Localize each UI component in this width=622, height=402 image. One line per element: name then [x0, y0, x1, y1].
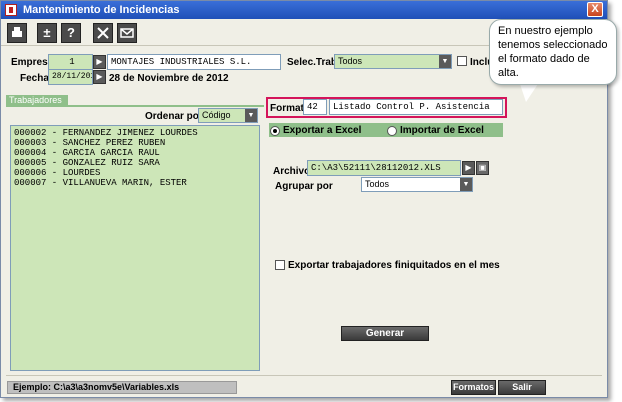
close-button[interactable]: X — [587, 2, 603, 17]
print-icon[interactable] — [7, 23, 27, 43]
fecha-field[interactable]: 28/11/2012 — [48, 69, 93, 85]
chevron-down-icon[interactable]: ▼ — [245, 109, 257, 122]
formatos-button[interactable]: Formatos — [451, 380, 496, 395]
salir-button[interactable]: Salir — [498, 380, 546, 395]
exportar-label[interactable]: Exportar a Excel — [283, 125, 361, 136]
formato-name-field: Listado Control P. Asistencia — [329, 99, 503, 115]
selec-trab-label: Selec.Trab. — [287, 57, 340, 68]
empresa-code-field[interactable]: 1 — [48, 54, 93, 70]
agrupar-select[interactable]: Todos ▼ — [361, 177, 473, 192]
finiquitados-label: Exportar trabajadores finiquitados en el… — [288, 260, 500, 271]
incluir-checkbox[interactable] — [457, 56, 467, 66]
app-icon — [5, 4, 17, 16]
agrupar-label: Agrupar por — [275, 181, 333, 192]
list-item[interactable]: 000003 - SANCHEZ PEREZ RUBEN — [14, 138, 256, 148]
callout-tail — [520, 84, 538, 102]
empresa-name-field: MONTAJES INDUSTRIALES S.L. — [107, 54, 281, 70]
bottom-separator — [6, 375, 602, 376]
agrupar-value: Todos — [365, 179, 390, 189]
importar-radio[interactable] — [387, 126, 397, 136]
tools-icon[interactable] — [93, 23, 113, 43]
formato-code-field[interactable]: 42 — [303, 99, 327, 115]
empresa-lookup-button[interactable]: ▶ — [93, 55, 106, 69]
status-bar: Ejemplo: C:\a3\a3nomv5e\Variables.xls — [7, 381, 237, 394]
fecha-text: 28 de Noviembre de 2012 — [109, 73, 229, 84]
archivo-field[interactable]: C:\A3\52111\28112012.XLS — [307, 160, 461, 176]
archivo-browse-button[interactable]: ▶ — [462, 161, 475, 175]
fecha-label: Fecha — [20, 73, 49, 84]
mail-icon[interactable] — [117, 23, 137, 43]
list-item[interactable]: 000002 - FERNANDEZ JIMENEZ LOURDES — [14, 128, 256, 138]
selec-trab-select[interactable]: Todos ▼ — [334, 54, 452, 69]
ordenar-select[interactable]: Código ▼ — [198, 108, 258, 123]
add-icon[interactable]: ± — [37, 23, 57, 43]
selec-trab-value: Todos — [338, 56, 363, 66]
generar-button[interactable]: Generar — [341, 326, 429, 341]
title-bar: Mantenimiento de Incidencias X — [1, 1, 607, 19]
list-item[interactable]: 000004 - GARCIA GARCIA RAUL — [14, 148, 256, 158]
list-item[interactable]: 000007 - VILLANUEVA MARIN, ESTER — [14, 178, 256, 188]
trabajadores-list[interactable]: 000002 - FERNANDEZ JIMENEZ LOURDES 00000… — [10, 125, 260, 371]
archivo-label: Archivo — [273, 166, 311, 177]
window-title: Mantenimiento de Incidencias — [23, 4, 180, 16]
list-item[interactable]: 000005 - GONZALEZ RUIZ SARA — [14, 158, 256, 168]
empresa-label: Empresa — [11, 57, 54, 68]
fecha-lookup-button[interactable]: ▶ — [93, 70, 106, 84]
help-icon[interactable]: ? — [61, 23, 81, 43]
importar-label[interactable]: Importar de Excel — [400, 125, 484, 136]
finiquitados-checkbox[interactable] — [275, 260, 285, 270]
trabajadores-frame — [6, 105, 264, 107]
list-item[interactable]: 000006 - LOURDES — [14, 168, 256, 178]
ordenar-label: Ordenar por — [145, 111, 203, 122]
chevron-down-icon[interactable]: ▼ — [460, 178, 472, 191]
exportar-radio[interactable] — [270, 126, 280, 136]
chevron-down-icon[interactable]: ▼ — [439, 55, 451, 68]
callout-note: En nuestro ejemplo tenemos seleccionado … — [489, 19, 617, 85]
ordenar-value: Código — [202, 110, 231, 120]
folder-icon[interactable]: ▣ — [476, 161, 489, 175]
